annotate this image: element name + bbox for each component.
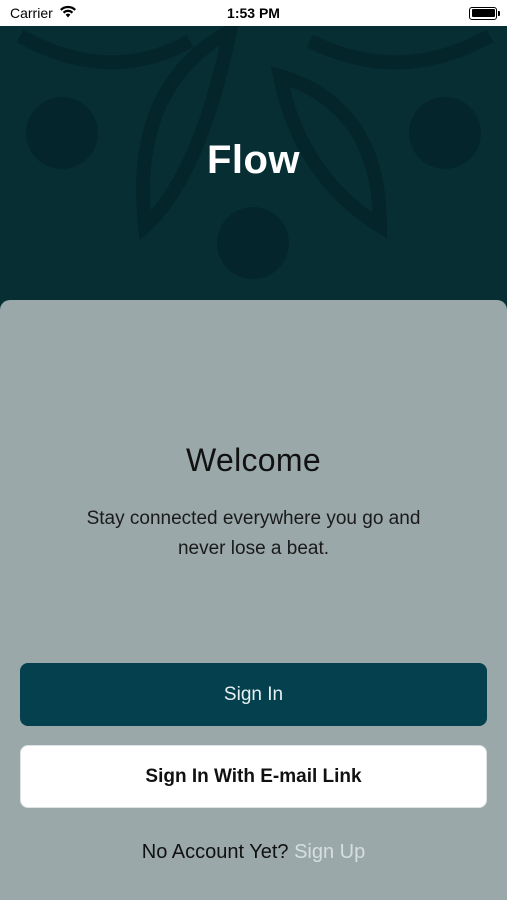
sign-up-link[interactable]: Sign Up — [294, 841, 365, 863]
welcome-card: Welcome Stay connected everywhere you go… — [0, 300, 507, 900]
app-title: Flow — [206, 138, 301, 182]
screen: Carrier 1:53 PM Flow Welcome Stay connec… — [0, 0, 507, 900]
welcome-line-1: Stay connected everywhere you go and — [86, 508, 421, 529]
status-bar: Carrier 1:53 PM — [0, 0, 507, 26]
signup-row: No Account Yet? Sign Up — [0, 841, 507, 864]
battery-icon — [469, 6, 500, 20]
status-left: Carrier — [10, 5, 77, 21]
carrier-label: Carrier — [10, 5, 53, 21]
sign-in-email-link-button[interactable]: Sign In With E-mail Link — [20, 745, 487, 808]
welcome-title: Welcome — [186, 442, 321, 478]
battery-level — [471, 9, 495, 17]
welcome-line-2: never lose a beat. — [177, 538, 330, 559]
signup-prompt: No Account Yet? — [141, 841, 295, 863]
sign-in-button[interactable]: Sign In — [20, 663, 487, 726]
wifi-icon — [59, 5, 77, 21]
welcome-description: Stay connected everywhere you go and nev… — [40, 504, 467, 564]
hero-banner: Flow — [0, 26, 507, 326]
